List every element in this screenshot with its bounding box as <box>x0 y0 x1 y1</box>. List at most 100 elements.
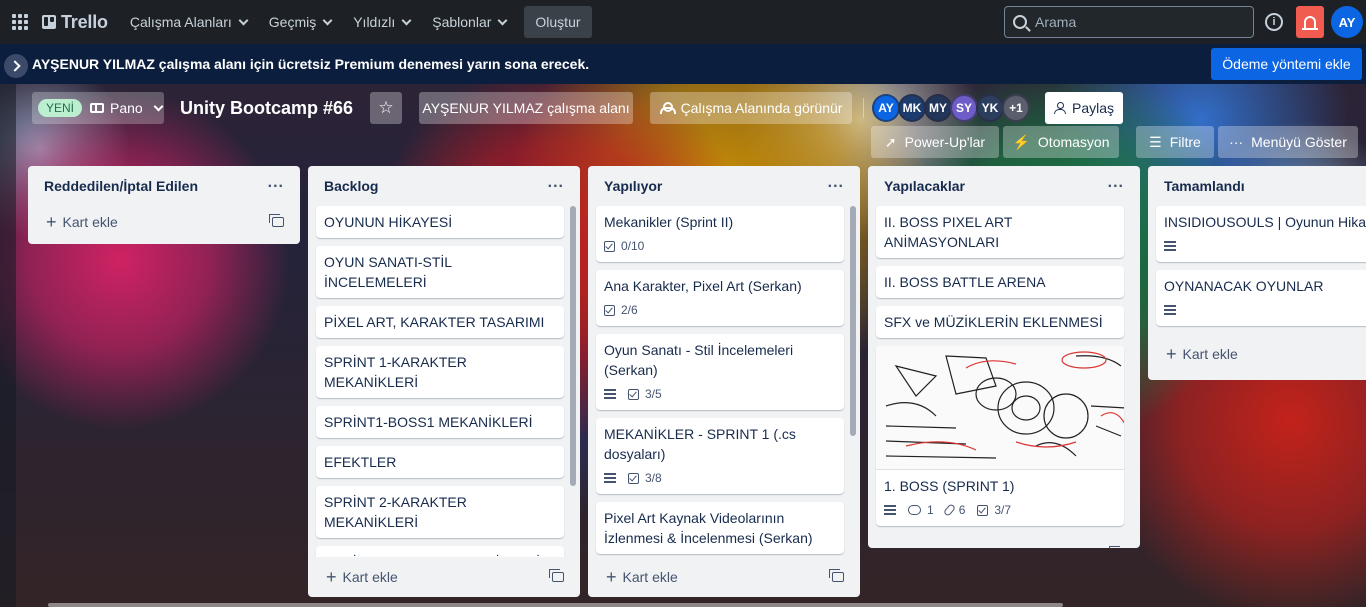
board-members: AY MK MY SY YK +1 <box>872 94 1030 122</box>
member-avatar[interactable]: MK <box>898 94 926 122</box>
card[interactable]: SPRİNT 2- BOSS2 MEKANİKLERİ <box>316 546 564 557</box>
card[interactable]: SFX ve MÜZİKLERİN EKLENMESİ <box>876 306 1124 338</box>
notifications-button[interactable] <box>1296 6 1324 38</box>
add-card-button[interactable]: + Kart ekle <box>1166 345 1238 363</box>
search-placeholder: Arama <box>1035 14 1077 30</box>
filter-button[interactable]: ☰ Filtre <box>1136 126 1214 158</box>
list-in-progress: Yapılıyor ... Mekanikler (Sprint II) 0/10… <box>588 166 860 597</box>
menu-workspaces[interactable]: Çalışma Alanları <box>120 6 257 38</box>
card[interactable]: II. BOSS PIXEL ART ANİMASYONLARI <box>876 206 1124 258</box>
card[interactable]: Mekanikler (Sprint II) 0/10 <box>596 206 844 262</box>
card-badges: 0/10 <box>604 236 836 256</box>
card-template-icon[interactable] <box>549 569 564 582</box>
card-title: SFX ve MÜZİKLERİN EKLENMESİ <box>884 314 1103 330</box>
member-avatar[interactable]: AY <box>872 94 900 122</box>
list-title[interactable]: Yapılıyor <box>604 178 662 194</box>
board-title[interactable]: Unity Bootcamp #66 <box>172 92 361 124</box>
list-header[interactable]: Reddedilen/İptal Edilen ... <box>28 166 300 206</box>
card[interactable]: OYNANACAK OYUNLAR <box>1156 270 1366 326</box>
create-button[interactable]: Oluştur <box>524 6 592 38</box>
view-switcher[interactable]: YENİ Pano <box>32 92 164 124</box>
chevron-down-icon <box>238 15 249 25</box>
view-label: Pano <box>110 100 143 116</box>
menu-recent[interactable]: Geçmiş <box>259 6 341 38</box>
list-header[interactable]: Backlog ... <box>308 166 580 206</box>
card[interactable]: 1. BOSS (SPRINT 1) 1 6 3/7 <box>876 346 1124 526</box>
card[interactable]: PİXEL ART, KARAKTER TASARIMI <box>316 306 564 338</box>
description-icon <box>604 473 616 483</box>
add-card-label: Kart ekle <box>1182 346 1238 362</box>
card-cover[interactable] <box>876 346 1124 470</box>
list-header[interactable]: Yapılıyor ... <box>588 166 860 206</box>
share-button[interactable]: Paylaş <box>1045 92 1123 124</box>
card-template-icon[interactable] <box>829 569 844 582</box>
list-title[interactable]: Backlog <box>324 178 378 194</box>
add-card-button[interactable]: + Kart ekle <box>46 213 118 231</box>
card-badges: 2/6 <box>604 300 836 320</box>
member-avatar[interactable]: MY <box>924 94 952 122</box>
list-scrollbar[interactable] <box>850 206 856 436</box>
powerups-button[interactable]: ➚ Power-Up'lar <box>871 126 999 158</box>
card[interactable]: MEKANİKLER - SPRINT 1 (.cs dosyaları) 3/8 <box>596 418 844 494</box>
list-rejected: Reddedilen/İptal Edilen ... + Kart ekle <box>28 166 300 244</box>
member-avatar[interactable]: SY <box>950 94 978 122</box>
more-icon[interactable]: ... <box>828 174 844 192</box>
card[interactable]: SPRİNT1-BOSS1 MEKANİKLERİ <box>316 406 564 438</box>
add-card-button[interactable]: + Kart ekle <box>886 545 958 548</box>
checklist-icon <box>604 304 615 316</box>
visibility-button[interactable]: Çalışma Alanında görünür <box>650 92 852 124</box>
list-title[interactable]: Reddedilen/İptal Edilen <box>44 178 198 194</box>
automation-button[interactable]: ⚡ Otomasyon <box>1003 126 1119 158</box>
card-title: OYUNUN HİKAYESİ <box>324 214 453 230</box>
menu-starred[interactable]: Yıldızlı <box>343 6 420 38</box>
list-header[interactable]: Tamamlandı <box>1148 166 1366 206</box>
sidebar-expand-icon[interactable] <box>4 54 28 78</box>
card[interactable]: EFEKTLER <box>316 446 564 478</box>
comments-count: 1 <box>927 503 934 517</box>
card[interactable]: OYUN SANATI-STİL İNCELEMELERİ <box>316 246 564 298</box>
member-avatar[interactable]: +1 <box>1002 94 1030 122</box>
trello-logo[interactable]: Trello <box>42 12 108 33</box>
automation-label: Otomasyon <box>1037 134 1110 150</box>
card[interactable]: Oyun Sanatı - Stil İncelemeleri (Serkan)… <box>596 334 844 410</box>
card[interactable]: SPRİNT 1-KARAKTER MEKANİKLERİ <box>316 346 564 398</box>
card[interactable]: Ana Karakter, Pixel Art (Serkan) 2/6 <box>596 270 844 326</box>
show-menu-button[interactable]: ··· Menüyü Göster <box>1218 126 1358 158</box>
card[interactable]: Pixel Art Kaynak Videolarının İzlenmesi … <box>596 502 844 554</box>
card[interactable]: SPRİNT 2-KARAKTER MEKANİKLERİ <box>316 486 564 538</box>
workspace-button[interactable]: AYŞENUR YILMAZ çalışma alanı <box>419 92 633 124</box>
list-header[interactable]: Yapılacaklar ... <box>868 166 1140 206</box>
list-scrollbar[interactable] <box>570 206 576 486</box>
card-list: II. BOSS PIXEL ART ANİMASYONLARI II. BOSS… <box>868 206 1140 526</box>
checklist-progress: 0/10 <box>621 239 645 253</box>
card[interactable]: OYUNUN HİKAYESİ <box>316 206 564 238</box>
list-title[interactable]: Yapılacaklar <box>884 178 965 194</box>
plus-icon: + <box>886 545 897 548</box>
add-payment-button[interactable]: Ödeme yöntemi ekle <box>1211 48 1362 80</box>
card[interactable]: INSIDIOUSOULS | Oyunun Hikayesi <box>1156 206 1366 262</box>
search-input[interactable]: Arama <box>1004 6 1254 38</box>
account-avatar[interactable]: AY <box>1331 6 1363 38</box>
more-icon[interactable]: ... <box>1108 174 1124 192</box>
card[interactable]: II. BOSS BATTLE ARENA <box>876 266 1124 298</box>
list-backlog: Backlog ... OYUNUN HİKAYESİ OYUN SANATI-S… <box>308 166 580 597</box>
star-icon[interactable]: ☆ <box>370 92 402 124</box>
menu-templates[interactable]: Şablonlar <box>422 6 516 38</box>
more-icon[interactable]: ... <box>548 174 564 192</box>
list-footer: + Kart ekle <box>308 557 580 597</box>
list-footer: + Kart ekle <box>868 534 1140 548</box>
info-icon[interactable]: i <box>1265 13 1283 31</box>
member-avatar[interactable]: YK <box>976 94 1004 122</box>
more-icon[interactable]: ... <box>268 174 284 192</box>
description-icon <box>1164 305 1176 315</box>
board-horizontal-scrollbar[interactable] <box>48 603 1063 607</box>
add-card-button[interactable]: + Kart ekle <box>606 568 678 586</box>
app-switcher-icon[interactable] <box>4 6 36 38</box>
collapsed-sidebar[interactable] <box>0 84 16 607</box>
add-card-label: Kart ekle <box>903 546 958 548</box>
checklist-badge: 3/8 <box>628 468 662 488</box>
card-title: SPRİNT 2-KARAKTER MEKANİKLERİ <box>324 494 467 530</box>
add-card-button[interactable]: + Kart ekle <box>326 568 398 586</box>
card-template-icon[interactable] <box>269 214 284 227</box>
list-title[interactable]: Tamamlandı <box>1164 178 1245 194</box>
